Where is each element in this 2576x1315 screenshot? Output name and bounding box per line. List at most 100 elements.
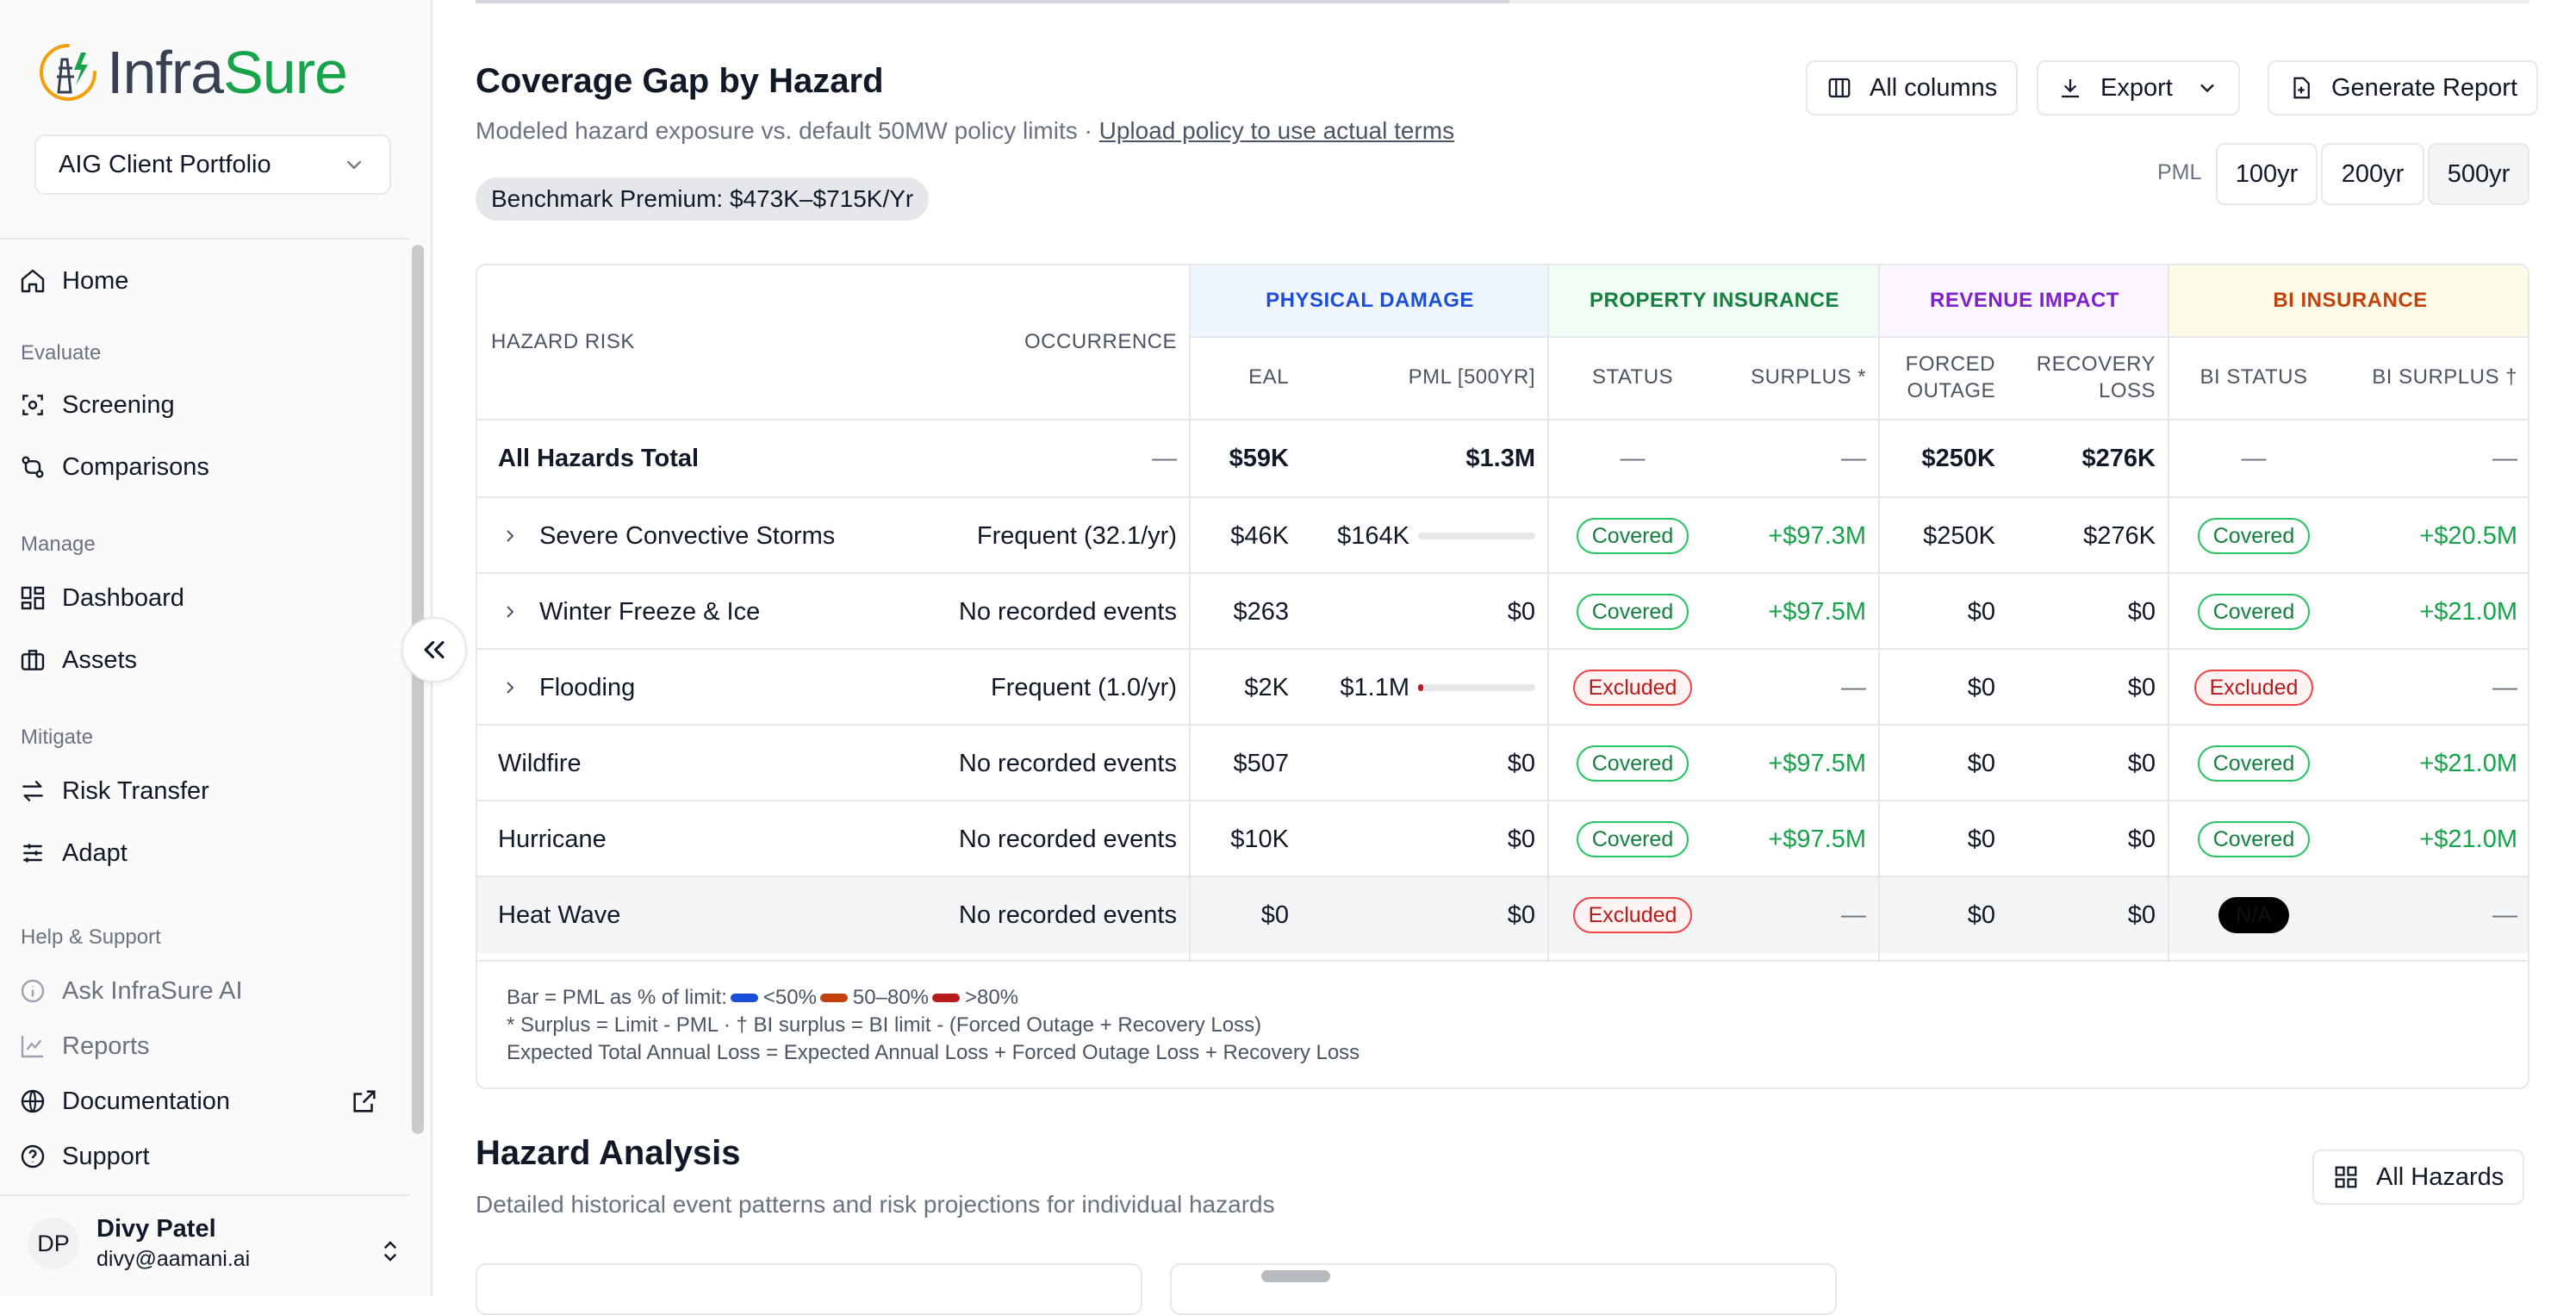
header-recovery-loss-line1: RECOVERY (2036, 352, 2156, 376)
total-forced-outage: $250K (1921, 444, 1995, 472)
sidebar-item-comparisons[interactable]: Comparisons (19, 443, 209, 491)
pml-bar (1418, 684, 1535, 691)
status-cell: Excluded (1549, 877, 1716, 953)
sidebar-item-ask-ai[interactable]: Ask InfraSure AI (19, 967, 243, 1015)
table-row[interactable]: Severe Convective Storms Frequent (32.1/y… (477, 498, 2528, 574)
hazard-name: Winter Freeze & Ice (539, 597, 761, 626)
sidebar-item-home[interactable]: Home (19, 257, 128, 305)
chevron-right-icon[interactable] (500, 526, 520, 546)
chevron-right-icon[interactable] (500, 601, 520, 622)
globe-icon (21, 1089, 45, 1113)
export-label: Export (2100, 73, 2173, 102)
recovery-loss-value: $0 (2127, 825, 2156, 853)
legend-label-mid: 50–80% (852, 986, 929, 1009)
sidebar-item-risk-transfer[interactable]: Risk Transfer (19, 767, 209, 815)
hazard-name-cell: Hurricane (477, 801, 908, 877)
sidebar-item-support[interactable]: Support (19, 1132, 150, 1181)
brand-name-part2: Sure (223, 39, 348, 106)
total-bi-surplus: — (2492, 444, 2517, 472)
horizontal-scrollbar[interactable] (1261, 1270, 1330, 1282)
header-bi-surplus: BI SURPLUS † (2372, 365, 2517, 389)
eal-value: $507 (1233, 749, 1289, 777)
sidebar-item-dashboard[interactable]: Dashboard (19, 574, 184, 622)
group-bi-insurance: BI INSURANCE (2169, 265, 2528, 336)
surplus-cell: +$97.5M (1716, 574, 1880, 650)
status-badge: N/A (2218, 897, 2289, 933)
table-row[interactable]: Winter Freeze & Ice No recorded events $26… (477, 574, 2528, 650)
header-bi-status: BI STATUS (2200, 365, 2308, 389)
total-loss-note: Expected Total Annual Loss = Expected An… (507, 1041, 1360, 1064)
total-status: — (1620, 444, 1646, 472)
export-button[interactable]: Export (2037, 60, 2240, 115)
surplus-value: +$97.5M (1768, 825, 1866, 853)
sidebar-scrollbar[interactable] (412, 245, 424, 1134)
forced-outage-cell: $0 (1880, 877, 2009, 953)
occurrence-cell: Frequent (32.1/yr) (908, 498, 1191, 574)
scan-icon (22, 395, 43, 415)
total-row-label: All Hazards Total (498, 444, 700, 472)
portfolio-select[interactable]: AIG Client Portfolio (34, 134, 391, 195)
chevron-down-icon (2200, 84, 2214, 93)
all-hazards-button[interactable]: All Hazards (2312, 1150, 2525, 1205)
header-hazard-risk: HAZARD RISK (491, 330, 635, 353)
status-badge: Covered (1576, 745, 1689, 782)
sidebar-item-label: Risk Transfer (62, 776, 209, 805)
pml-cell: $0 (1303, 801, 1549, 877)
hazard-name-cell[interactable]: Severe Convective Storms (477, 498, 908, 574)
sidebar-item-assets[interactable]: Assets (19, 636, 137, 684)
hazard-name: Severe Convective Storms (539, 521, 836, 550)
pml-label: PML (2157, 160, 2202, 184)
portfolio-select-value: AIG Client Portfolio (59, 150, 271, 178)
chevrons-up-down-icon[interactable] (377, 1236, 403, 1267)
hazard-name: Flooding (539, 673, 636, 701)
pml-option-200yr[interactable]: 200yr (2321, 143, 2424, 205)
hazard-name-cell[interactable]: Winter Freeze & Ice (477, 574, 908, 650)
file-plus-icon (2293, 77, 2310, 99)
bi-surplus-value: — (2492, 673, 2517, 701)
sidebar-item-label: Documentation (62, 1087, 231, 1115)
download-icon (2062, 79, 2079, 98)
sidebar-item-documentation[interactable]: Documentation (19, 1077, 376, 1125)
legend-swatch-high (932, 994, 960, 1002)
user-menu[interactable]: DP Divy Patel divy@aamani.ai (28, 1215, 250, 1272)
sidebar-item-adapt[interactable]: Adapt (19, 829, 128, 877)
occurrence-value: No recorded events (958, 749, 1177, 777)
eal-cell: $507 (1191, 726, 1303, 801)
sidebar-item-reports[interactable]: Reports (19, 1022, 150, 1070)
forced-outage-cell: $0 (1880, 726, 2009, 801)
bi-surplus-cell: +$21.0M (2338, 574, 2528, 650)
bi-status-cell: Excluded (2169, 650, 2338, 726)
table-row[interactable]: Flooding Frequent (1.0/yr) $2K $1.1M Exclude… (477, 650, 2528, 726)
bi-surplus-value: +$21.0M (2419, 597, 2517, 626)
upload-policy-link[interactable]: Upload policy to use actual terms (1099, 117, 1454, 144)
recovery-loss-value: $0 (2127, 673, 2156, 701)
divider (1547, 265, 1549, 960)
pml-value: $0 (1507, 749, 1535, 777)
generate-report-button[interactable]: Generate Report (2268, 60, 2539, 115)
occurrence-cell: No recorded events (908, 801, 1191, 877)
status-cell: Covered (1549, 726, 1716, 801)
status-badge: Covered (2197, 745, 2311, 782)
sidebar-item-screening[interactable]: Screening (19, 381, 175, 429)
hazard-name-cell[interactable]: Flooding (477, 650, 908, 726)
recovery-loss-cell: $0 (2009, 650, 2169, 726)
pml-option-100yr[interactable]: 100yr (2216, 143, 2318, 205)
header-pml: PML [500YR] (1408, 365, 1535, 389)
collapse-sidebar-button[interactable] (401, 617, 467, 682)
forced-outage-value: $0 (1967, 749, 1995, 777)
occurrence-value: No recorded events (958, 901, 1177, 929)
brand-logo[interactable]: InfraSure (36, 38, 348, 107)
hazard-name: Wildfire (498, 749, 582, 777)
forced-outage-cell: $250K (1880, 498, 2009, 574)
chevron-right-icon[interactable] (500, 677, 520, 698)
eal-value: $263 (1233, 597, 1289, 626)
group-property-insurance: PROPERTY INSURANCE (1549, 265, 1880, 336)
pml-option-500yr[interactable]: 500yr (2428, 143, 2529, 205)
bi-status-cell: Covered (2169, 498, 2338, 574)
all-columns-button[interactable]: All columns (1806, 60, 2019, 115)
eal-cell: $0 (1191, 877, 1303, 953)
legend-label-high: >80% (965, 986, 1019, 1009)
hazard-card[interactable] (476, 1263, 1142, 1315)
eal-cell: $2K (1191, 650, 1303, 726)
occurrence-cell: No recorded events (908, 726, 1191, 801)
